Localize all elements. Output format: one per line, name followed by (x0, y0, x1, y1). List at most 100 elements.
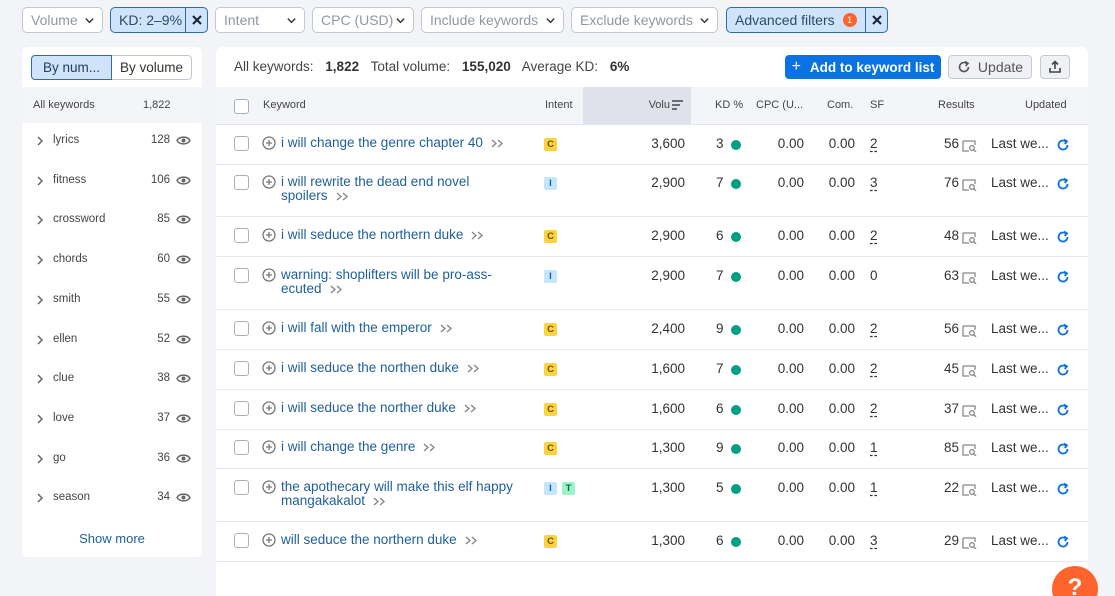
row-checkbox[interactable] (234, 401, 249, 416)
select-all-checkbox[interactable] (234, 99, 249, 114)
row-checkbox[interactable] (234, 228, 249, 243)
keyword-group-item[interactable]: lyrics 128 (22, 122, 202, 160)
serp-features-value[interactable]: 2 (870, 228, 878, 243)
kd-column-header[interactable]: KD % (715, 99, 743, 111)
serp-preview-icon[interactable] (962, 272, 977, 284)
double-chevron-right-icon[interactable] (336, 192, 350, 201)
serp-preview-icon[interactable] (962, 365, 977, 377)
add-circle-icon[interactable] (262, 361, 276, 375)
add-circle-icon[interactable] (262, 321, 276, 335)
eye-icon[interactable] (176, 294, 191, 305)
chevron-right-icon[interactable] (36, 136, 44, 146)
keyword-group-item[interactable]: ellen 52 (22, 321, 202, 359)
add-circle-icon[interactable] (262, 268, 276, 282)
refresh-icon[interactable] (1056, 230, 1070, 244)
row-checkbox[interactable] (234, 321, 249, 336)
refresh-icon[interactable] (1056, 138, 1070, 152)
cpc-filter[interactable]: CPC (USD) (312, 7, 414, 33)
serp-features-value[interactable]: 2 (870, 136, 878, 151)
kd-filter[interactable]: KD: 2–9% (110, 7, 208, 33)
serp-features-column-header[interactable]: SF (870, 99, 884, 111)
serp-features-value[interactable]: 3 (870, 175, 878, 190)
add-to-keyword-list-button[interactable]: + Add to keyword list (785, 55, 941, 79)
serp-preview-icon[interactable] (962, 444, 977, 456)
cpc-column-header[interactable]: CPC (U... (756, 99, 803, 111)
refresh-icon[interactable] (1056, 482, 1070, 496)
serp-preview-icon[interactable] (962, 405, 977, 417)
intent-filter[interactable]: Intent (215, 7, 305, 33)
remove-kd-filter-button[interactable] (185, 8, 207, 32)
by-volume-tab[interactable]: By volume (112, 55, 192, 80)
chevron-right-icon[interactable] (36, 493, 44, 503)
double-chevron-right-icon[interactable] (471, 231, 485, 240)
serp-features-value[interactable]: 2 (870, 321, 878, 336)
add-circle-icon[interactable] (262, 175, 276, 189)
show-more-link[interactable]: Show more (22, 531, 202, 546)
serp-preview-icon[interactable] (962, 325, 977, 337)
chevron-right-icon[interactable] (36, 454, 44, 464)
keyword-text[interactable]: will seduce the northern duke (281, 532, 457, 547)
chevron-right-icon[interactable] (36, 255, 44, 265)
row-checkbox[interactable] (234, 268, 249, 283)
keyword-text-continued[interactable]: ecuted (281, 281, 322, 296)
eye-icon[interactable] (176, 492, 191, 503)
refresh-icon[interactable] (1056, 442, 1070, 456)
keyword-text-continued[interactable]: spoilers (281, 188, 328, 203)
chevron-right-icon[interactable] (36, 215, 44, 225)
row-checkbox[interactable] (234, 440, 249, 455)
advanced-filters[interactable]: Advanced filters 1 (726, 7, 888, 33)
eye-icon[interactable] (176, 334, 191, 345)
eye-icon[interactable] (176, 254, 191, 265)
refresh-icon[interactable] (1056, 270, 1070, 284)
keyword-group-item[interactable]: season 34 (22, 479, 202, 517)
results-column-header[interactable]: Results (938, 99, 975, 111)
refresh-icon[interactable] (1056, 363, 1070, 377)
serp-preview-icon[interactable] (962, 179, 977, 191)
chevron-right-icon[interactable] (36, 176, 44, 186)
serp-features-value[interactable]: 3 (870, 533, 878, 548)
serp-features-value[interactable]: 1 (870, 440, 878, 455)
intent-column-header[interactable]: Intent (545, 99, 573, 111)
refresh-icon[interactable] (1056, 403, 1070, 417)
remove-advanced-filters-button[interactable] (865, 8, 887, 32)
add-circle-icon[interactable] (262, 440, 276, 454)
keyword-group-item[interactable]: go 36 (22, 440, 202, 478)
row-checkbox[interactable] (234, 480, 249, 495)
competition-column-header[interactable]: Com. (827, 99, 853, 111)
keyword-group-item[interactable]: crossword 85 (22, 201, 202, 239)
serp-preview-icon[interactable] (962, 537, 977, 549)
double-chevron-right-icon[interactable] (467, 364, 481, 373)
exclude-keywords-filter[interactable]: Exclude keywords (571, 7, 718, 33)
eye-icon[interactable] (176, 175, 191, 186)
serp-features-value[interactable]: 2 (870, 361, 878, 376)
serp-preview-icon[interactable] (962, 140, 977, 152)
add-circle-icon[interactable] (262, 228, 276, 242)
keyword-group-item[interactable]: chords 60 (22, 241, 202, 279)
row-checkbox[interactable] (234, 361, 249, 376)
include-keywords-filter[interactable]: Include keywords (421, 7, 564, 33)
keyword-text[interactable]: i will change the genre chapter 40 (281, 135, 483, 150)
refresh-icon[interactable] (1056, 535, 1070, 549)
chevron-right-icon[interactable] (36, 295, 44, 305)
keyword-group-item[interactable]: smith 55 (22, 281, 202, 319)
chevron-right-icon[interactable] (36, 334, 44, 345)
refresh-icon[interactable] (1056, 323, 1070, 337)
volume-column-header[interactable]: Volu (583, 87, 691, 125)
eye-icon[interactable] (176, 135, 191, 146)
serp-preview-icon[interactable] (962, 232, 977, 244)
double-chevron-right-icon[interactable] (464, 404, 478, 413)
double-chevron-right-icon[interactable] (465, 536, 479, 545)
keyword-text[interactable]: i will fall with the emperor (281, 320, 432, 335)
serp-features-value[interactable]: 2 (870, 401, 878, 416)
double-chevron-right-icon[interactable] (330, 285, 344, 294)
serp-features-value[interactable]: 0 (870, 268, 878, 283)
export-button[interactable] (1040, 55, 1070, 79)
keyword-text[interactable]: i will change the genre (281, 439, 415, 454)
double-chevron-right-icon[interactable] (373, 497, 387, 506)
eye-icon[interactable] (176, 413, 191, 424)
keyword-text[interactable]: i will seduce the northen duke (281, 360, 459, 375)
serp-features-value[interactable]: 1 (870, 480, 878, 495)
keyword-text[interactable]: warning: shoplifters will be pro-ass- (281, 267, 492, 282)
volume-filter[interactable]: Volume (22, 7, 103, 33)
update-button[interactable]: Update (948, 55, 1032, 79)
